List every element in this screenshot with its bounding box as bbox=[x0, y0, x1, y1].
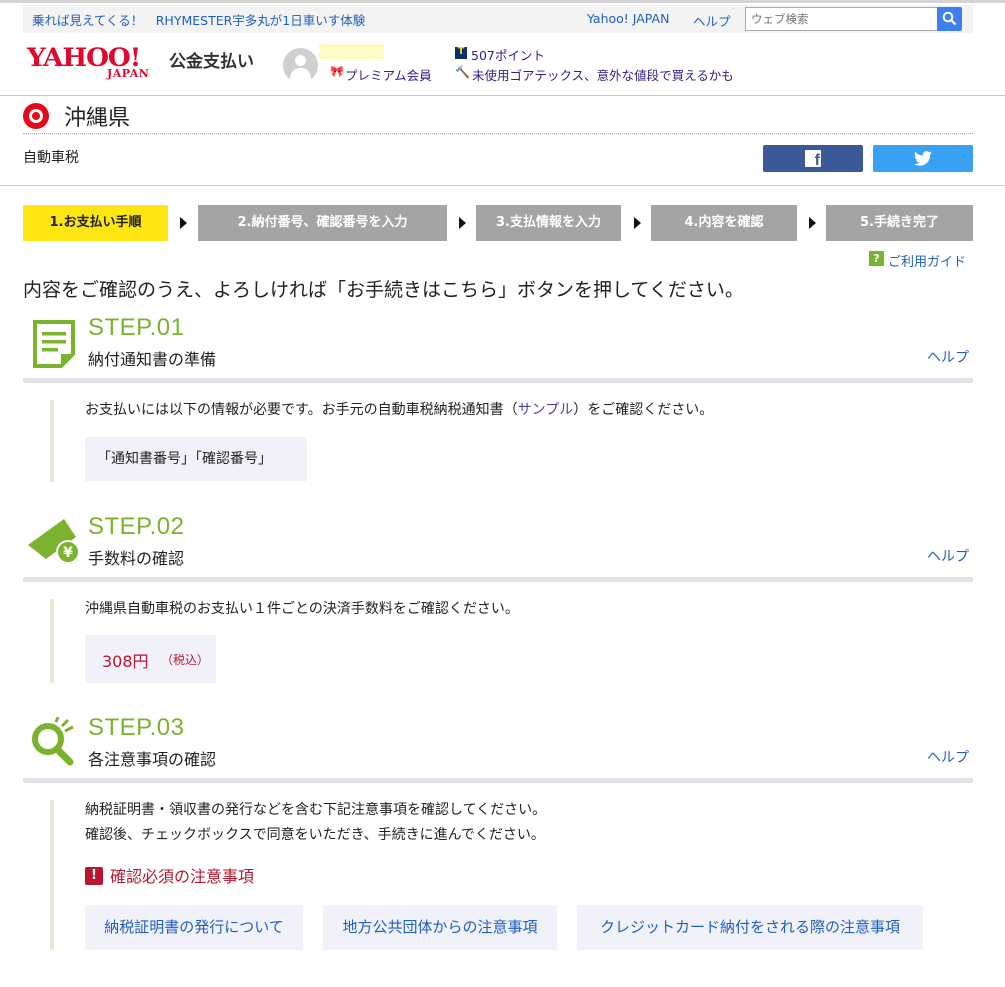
step1-help-link[interactable]: ヘルプ bbox=[927, 347, 969, 367]
auction-hammer-icon: 🔨 bbox=[455, 65, 470, 79]
step2-rule bbox=[23, 577, 973, 582]
step1-label: STEP.01 bbox=[88, 314, 185, 341]
auction-promo-link[interactable]: 未使用ゴアテックス、意外な値段で買えるかも bbox=[472, 65, 734, 84]
premium-member-link[interactable]: プレミアム会員 bbox=[345, 65, 432, 84]
yahoo-japan-link[interactable]: Yahoo! JAPAN bbox=[587, 11, 669, 26]
top-border bbox=[0, 0, 1005, 3]
required-notices-title: 確認必須の注意事項 bbox=[110, 867, 255, 886]
fee-icon: ¥ bbox=[28, 519, 80, 564]
tpoint-icon bbox=[455, 46, 467, 59]
step1-text-after: ）をご確認ください。 bbox=[573, 402, 714, 418]
step-arrow bbox=[809, 217, 816, 229]
step3-description-line2: 確認後、チェックボックスで同意をいただき、手続きに進んでください。 bbox=[85, 827, 545, 843]
facebook-share-button[interactable] bbox=[763, 145, 863, 172]
fee-amount: 308円 bbox=[102, 652, 149, 671]
sample-link[interactable]: サンプル bbox=[518, 402, 574, 418]
help-icon: ? bbox=[869, 251, 884, 266]
step1-title: 納付通知書の準備 bbox=[88, 350, 217, 369]
fee-tax-note: （税込） bbox=[161, 653, 210, 667]
instruction-text: 内容をご確認のうえ、よろしければ「お手続きはこちら」ボタンを押してください。 bbox=[23, 279, 744, 301]
step3-label: STEP.03 bbox=[88, 714, 185, 741]
title-divider bbox=[23, 133, 973, 134]
svg-text:¥: ¥ bbox=[63, 545, 73, 561]
notice-tax-certificate-button[interactable]: 納税証明書の発行について bbox=[85, 905, 303, 950]
help-link[interactable]: ヘルプ bbox=[693, 11, 731, 30]
step3-description-line1: 納税証明書・領収書の発行などを含む下記注意事項を確認してください。 bbox=[85, 802, 547, 818]
service-name[interactable]: 公金支払い bbox=[169, 47, 254, 72]
notice-local-government-button[interactable]: 地方公共団体からの注意事項 bbox=[323, 905, 557, 950]
step1-indent-bar bbox=[50, 400, 54, 482]
yahoo-japan-logo[interactable]: YAHOO! JAPAN bbox=[27, 44, 163, 82]
user-guide-link[interactable]: ご利用ガイド bbox=[888, 251, 966, 270]
prefecture-emblem-icon bbox=[23, 103, 49, 129]
step-1: 1.お支払い手順 bbox=[23, 205, 168, 241]
step-arrow bbox=[459, 217, 466, 229]
twitter-icon bbox=[914, 151, 932, 166]
search-input[interactable] bbox=[745, 7, 938, 31]
step2-description: 沖縄県自動車税のお支払い１件ごとの決済手数料をご確認ください。 bbox=[85, 601, 519, 617]
page-title: 沖縄県 bbox=[64, 106, 131, 131]
logo-sub: JAPAN bbox=[107, 67, 150, 80]
promo-link[interactable]: 乗れば見えてくる！ RHYMESTER宇多丸が1日車いす体験 bbox=[32, 10, 365, 29]
step1-rule bbox=[23, 378, 973, 383]
ribbon-icon: 🎀 bbox=[330, 65, 344, 78]
step2-indent-bar bbox=[50, 599, 54, 683]
facebook-icon bbox=[805, 150, 821, 170]
step2-title: 手数料の確認 bbox=[88, 549, 185, 568]
section-divider bbox=[0, 185, 1005, 186]
top-bar: 乗れば見えてくる！ RHYMESTER宇多丸が1日車いす体験 Yahoo! JA… bbox=[23, 5, 973, 33]
notice-credit-card-button[interactable]: クレジットカード納付をされる際の注意事項 bbox=[577, 905, 923, 950]
step3-help-link[interactable]: ヘルプ bbox=[927, 747, 969, 767]
step1-text-before: お支払いには以下の情報が必要です。お手元の自動車税納税通知書（ bbox=[85, 402, 518, 418]
tax-type: 自動車税 bbox=[23, 150, 79, 166]
step3-title: 各注意事項の確認 bbox=[88, 750, 217, 769]
header-divider bbox=[0, 95, 1005, 96]
step2-help-link[interactable]: ヘルプ bbox=[927, 546, 969, 566]
step-arrow bbox=[180, 217, 187, 229]
step2-label: STEP.02 bbox=[88, 513, 185, 540]
twitter-share-button[interactable] bbox=[873, 145, 973, 172]
step-4: 4.内容を確認 bbox=[651, 205, 797, 241]
step-arrow bbox=[634, 217, 641, 229]
document-icon bbox=[33, 320, 75, 368]
search-button[interactable] bbox=[937, 7, 962, 31]
step1-description: お支払いには以下の情報が必要です。お手元の自動車税納税通知書（サンプル）をご確認… bbox=[85, 398, 713, 423]
fee-box: 308円 （税込） bbox=[85, 635, 216, 683]
username-masked bbox=[319, 44, 384, 59]
step3-rule bbox=[23, 778, 973, 783]
step-5: 5.手続き完了 bbox=[826, 205, 973, 241]
required-info-box: 「通知書番号」「確認番号」 bbox=[85, 437, 307, 481]
step-2: 2.納付番号、確認番号を入力 bbox=[198, 205, 447, 241]
avatar[interactable] bbox=[283, 48, 318, 83]
step-3: 3.支払情報を入力 bbox=[476, 205, 621, 241]
search-icon bbox=[942, 11, 957, 26]
step3-indent-bar bbox=[50, 800, 54, 950]
points-link[interactable]: 507ポイント bbox=[471, 45, 545, 64]
magnifier-icon bbox=[32, 717, 74, 766]
alert-icon: ! bbox=[85, 867, 103, 885]
